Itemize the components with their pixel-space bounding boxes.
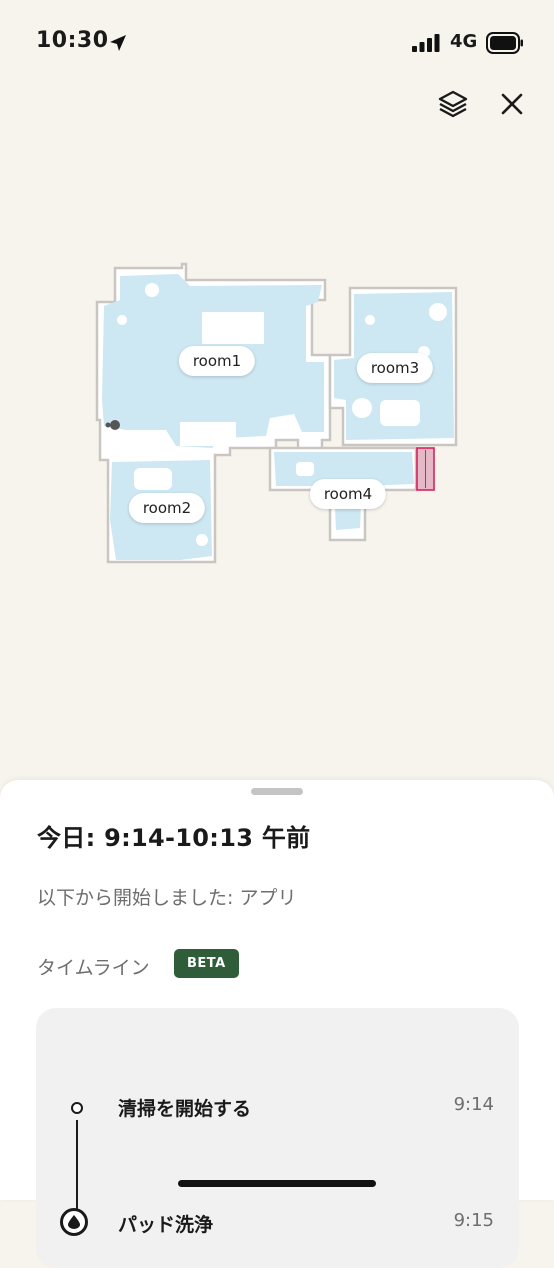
started-from-text: 以下から開始しました: アプリ	[37, 887, 297, 909]
cleaning-map[interactable]	[0, 240, 554, 600]
event-label: パッド洗浄	[118, 1214, 214, 1236]
close-button[interactable]	[492, 86, 532, 126]
timeline-card: 清掃を開始する 9:14 パッド洗浄 9:15	[36, 1008, 519, 1268]
room-label-room3[interactable]: room3	[356, 353, 434, 383]
beta-badge: BETA	[174, 949, 239, 978]
signal-icon	[412, 34, 442, 56]
event-time: 9:15	[453, 1210, 494, 1231]
sheet-grabber[interactable]	[251, 788, 303, 795]
layers-icon	[437, 88, 469, 124]
session-title: 今日: 9:14-10:13 午前	[37, 824, 311, 852]
timeline-event: パッド洗浄 9:15	[36, 1204, 519, 1244]
close-icon	[500, 92, 524, 120]
timeline-event: 清掃を開始する 9:14	[36, 1088, 519, 1128]
network-type: 4G	[450, 31, 478, 52]
layers-button[interactable]	[433, 86, 473, 126]
event-label: 清掃を開始する	[118, 1098, 252, 1120]
start-dot-icon	[71, 1102, 83, 1114]
history-sheet: 今日: 9:14-10:13 午前 以下から開始しました: アプリ タイムライン…	[0, 780, 554, 1268]
timeline-connector	[76, 1120, 78, 1212]
status-time: 10:30	[36, 28, 109, 53]
room-label-room1[interactable]: room1	[178, 346, 256, 376]
timeline-heading: タイムライン	[37, 957, 150, 979]
room-label-room4[interactable]: room4	[309, 479, 387, 509]
room-label-room2[interactable]: room2	[128, 493, 206, 523]
event-time: 9:14	[453, 1094, 494, 1115]
battery-icon	[486, 32, 524, 58]
home-indicator[interactable]	[178, 1180, 376, 1187]
status-bar: 10:30 4G	[0, 0, 554, 88]
location-arrow-icon	[108, 33, 128, 57]
water-drop-icon	[60, 1208, 88, 1236]
